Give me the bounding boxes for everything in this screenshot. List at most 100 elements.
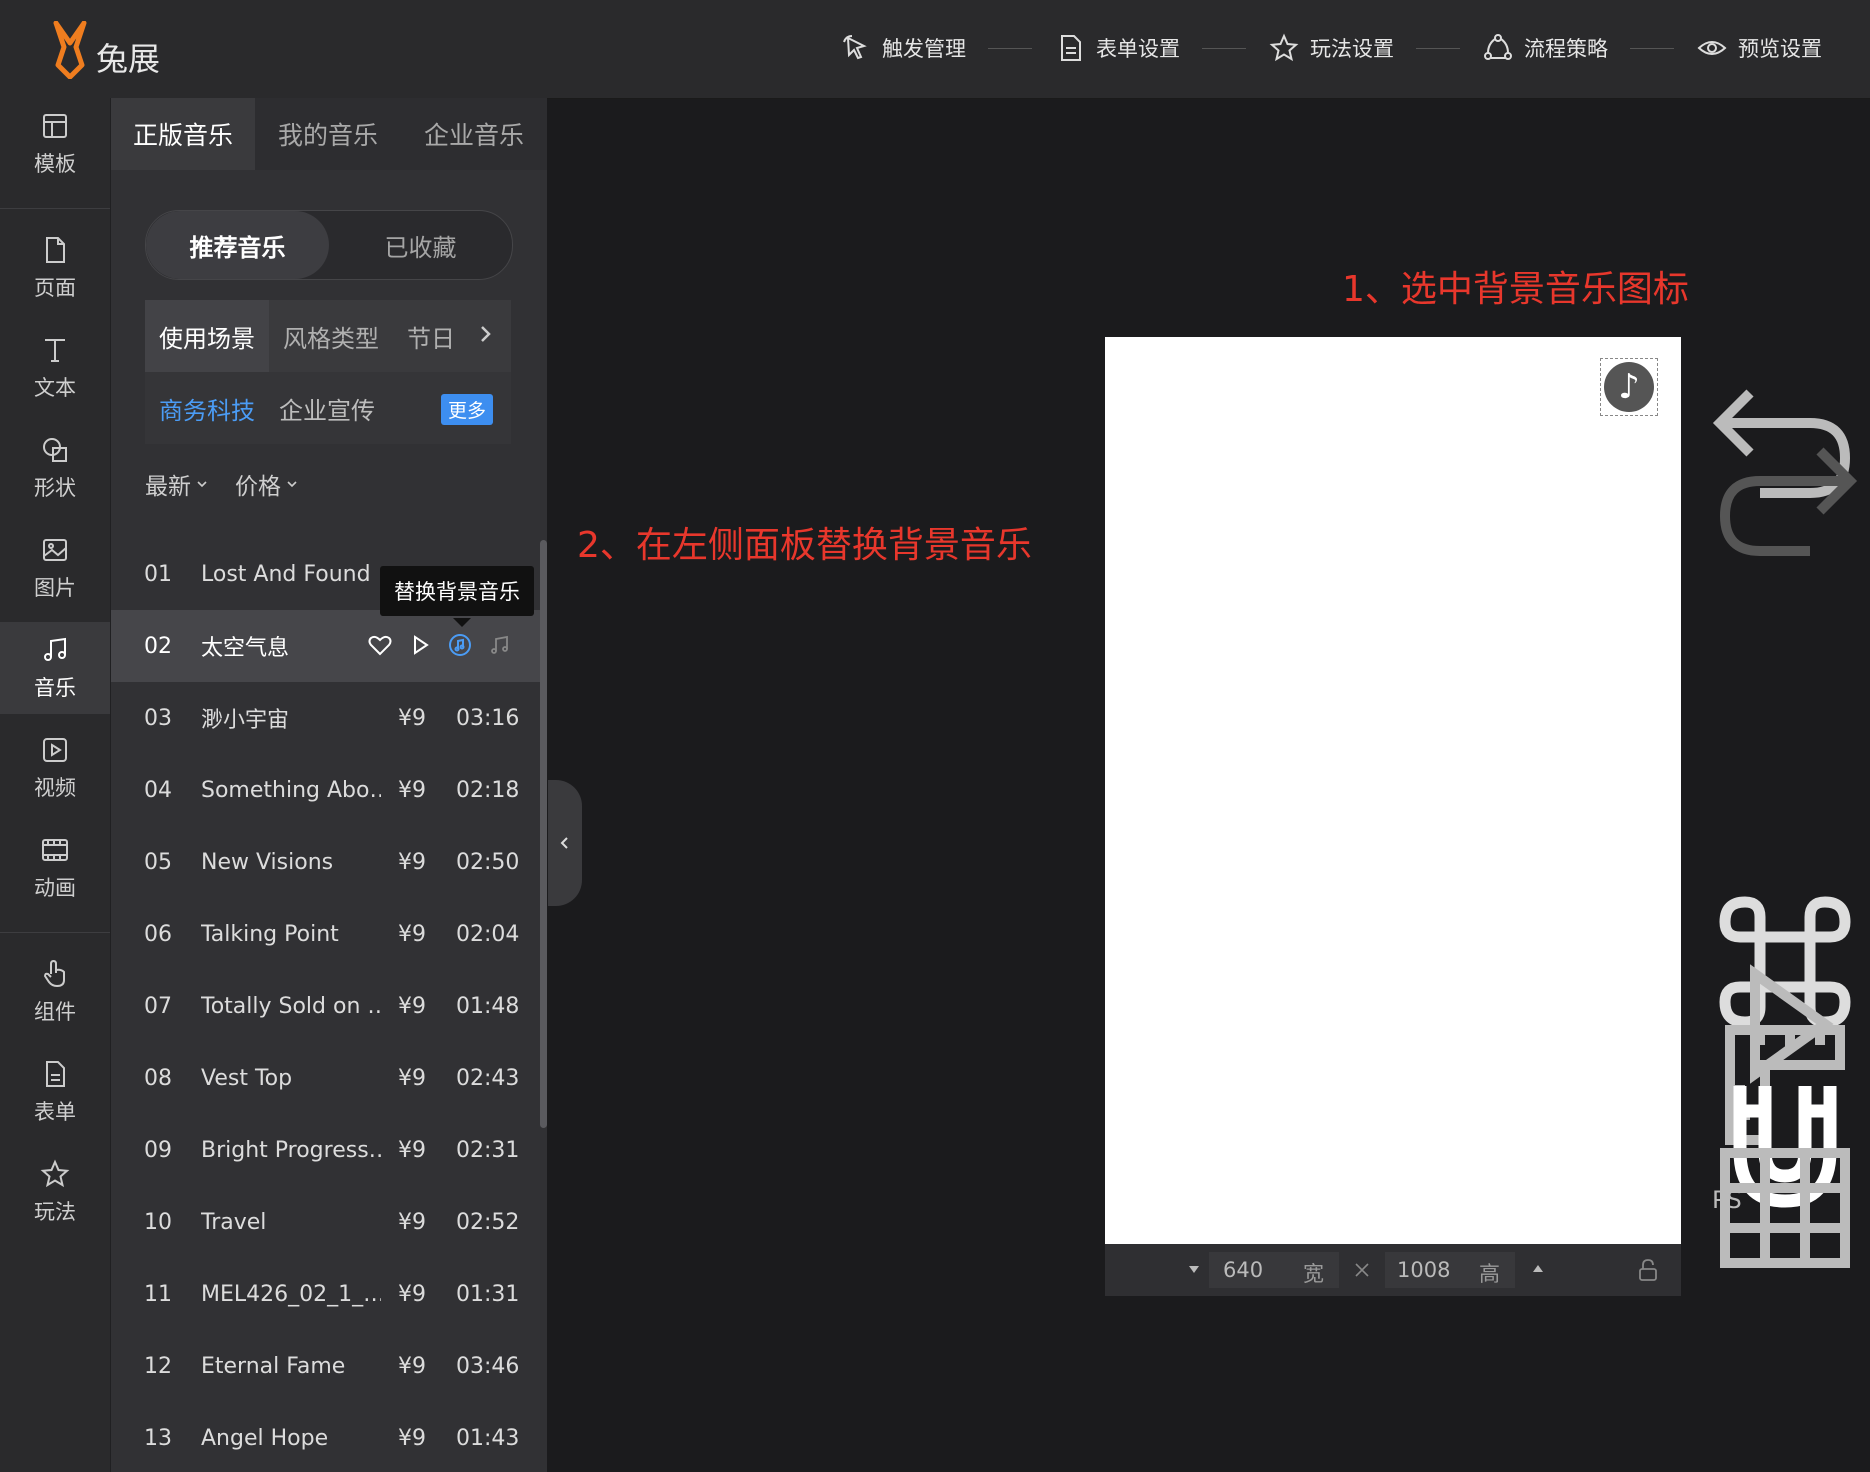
page-icon: [46, 237, 65, 263]
category-filter: 使用场景 风格类型 节日 商务科技 企业宣传 更多: [145, 300, 511, 444]
editor-canvas[interactable]: [1105, 337, 1681, 1244]
track-duration: 02:43: [456, 1065, 520, 1091]
track-row[interactable]: 13 Angel Hope ¥9 01:43: [111, 1402, 547, 1472]
sidebar-item-music[interactable]: 音乐: [0, 622, 110, 714]
track-duration: 01:43: [456, 1425, 520, 1451]
width-value: 640: [1223, 1258, 1264, 1282]
category-scene[interactable]: 使用场景: [145, 300, 269, 372]
track-price: ¥9: [398, 777, 426, 803]
tab-licensed-music[interactable]: 正版音乐: [111, 98, 255, 170]
track-row[interactable]: 10 Travel ¥9 02:52: [111, 1186, 547, 1258]
left-sidebar: 模板 页面 文本 形状 图片 音乐 视频 动画 组件 表单 玩法: [0, 98, 111, 1472]
segment-recommended[interactable]: 推荐音乐: [146, 211, 329, 279]
sidebar-item-label: 玩法: [34, 1200, 76, 1224]
sidebar-item-text[interactable]: 文本: [0, 322, 110, 414]
triangle-up-icon[interactable]: [1531, 1261, 1545, 1275]
sidebar-item-label: 页面: [34, 276, 76, 300]
sort-price[interactable]: 价格: [235, 467, 299, 501]
track-row[interactable]: 07 Totally Sold on … ¥9 01:48: [111, 970, 547, 1042]
width-label: 宽: [1303, 1262, 1324, 1286]
track-row[interactable]: 09 Bright Progress… ¥9 02:31: [111, 1114, 547, 1186]
sidebar-item-template[interactable]: 模板: [0, 98, 110, 190]
sort-latest[interactable]: 最新: [145, 467, 209, 501]
subcategory-row: 商务科技 企业宣传 更多: [145, 372, 511, 444]
category-row: 使用场景 风格类型 节日: [145, 300, 511, 372]
eye-icon: [1697, 41, 1727, 55]
sidebar-item-gameplay[interactable]: 玩法: [0, 1146, 110, 1238]
track-row[interactable]: 04 Something Abo… ¥9 02:18: [111, 754, 547, 826]
sidebar-item-component[interactable]: 组件: [0, 946, 110, 1038]
tab-enterprise-music[interactable]: 企业音乐: [401, 98, 547, 170]
segment-favorites[interactable]: 已收藏: [329, 211, 512, 279]
subcategory-business-tech[interactable]: 商务科技: [159, 391, 255, 426]
triangle-down-icon[interactable]: [1187, 1263, 1201, 1277]
collapse-panel-button[interactable]: [548, 780, 582, 906]
replace-music-icon[interactable]: [447, 632, 473, 658]
heart-icon[interactable]: [367, 632, 393, 658]
track-row[interactable]: 03 渺小宇宙 ¥9 03:16: [111, 682, 547, 754]
sidebar-item-label: 图片: [34, 576, 76, 600]
replace-music-tooltip: 替换背景音乐: [380, 566, 534, 616]
step-trigger[interactable]: 触发管理: [840, 32, 966, 64]
track-row[interactable]: 08 Vest Top ¥9 02:43: [111, 1042, 547, 1114]
track-number: 03: [144, 705, 172, 731]
track-number: 07: [144, 993, 172, 1019]
track-price: ¥9: [398, 705, 426, 731]
step-flow[interactable]: 流程策略: [1482, 32, 1608, 64]
logo[interactable]: 兔展: [48, 20, 160, 80]
step-form[interactable]: 表单设置: [1054, 32, 1180, 64]
step-label: 流程策略: [1524, 37, 1608, 61]
sidebar-item-form[interactable]: 表单: [0, 1046, 110, 1138]
track-number: 05: [144, 849, 172, 875]
panel-scrollbar[interactable]: [540, 540, 547, 1128]
track-duration: 02:50: [456, 849, 520, 875]
chevron-right-icon[interactable]: [473, 322, 497, 346]
step-divider: [1202, 47, 1246, 49]
subcategory-corporate[interactable]: 企业宣传: [279, 391, 375, 426]
track-name: 渺小宇宙: [201, 708, 290, 733]
step-label: 预览设置: [1738, 37, 1822, 61]
document-icon: [1061, 35, 1081, 61]
track-row[interactable]: 11 MEL426_02_1_… ¥9 01:31: [111, 1258, 547, 1330]
track-duration: 02:31: [456, 1137, 520, 1163]
track-row[interactable]: 02 太空气息: [111, 610, 547, 682]
track-row[interactable]: 06 Talking Point ¥9 02:04: [111, 898, 547, 970]
lock-icon[interactable]: [1635, 1257, 1661, 1283]
background-music-badge[interactable]: ♪: [1600, 358, 1658, 416]
track-price: ¥9: [398, 849, 426, 875]
track-price: ¥9: [398, 921, 426, 947]
sidebar-item-shape[interactable]: 形状: [0, 422, 110, 514]
sidebar-item-image[interactable]: 图片: [0, 522, 110, 614]
tab-my-music[interactable]: 我的音乐: [255, 98, 401, 170]
track-number: 09: [144, 1137, 172, 1163]
step-gameplay[interactable]: 玩法设置: [1268, 32, 1394, 64]
ps-button[interactable]: PS: [1712, 1186, 1742, 1214]
sidebar-item-label: 文本: [34, 376, 76, 400]
track-number: 12: [144, 1353, 172, 1379]
track-row[interactable]: 12 Eternal Fame ¥9 03:46: [111, 1330, 547, 1402]
image-icon: [43, 539, 67, 561]
redo-icon[interactable]: [1700, 416, 1870, 586]
track-name: Talking Point: [201, 921, 339, 947]
category-festival[interactable]: 节日: [393, 300, 459, 372]
sidebar-item-video[interactable]: 视频: [0, 722, 110, 814]
sidebar-item-label: 组件: [34, 1000, 76, 1024]
flow-icon: [1484, 34, 1512, 60]
canvas-size-bar: 640 宽 1008 高: [1105, 1244, 1681, 1296]
panel-tabs: 正版音乐 我的音乐 企业音乐: [111, 98, 547, 170]
category-style[interactable]: 风格类型: [269, 300, 393, 372]
form-icon: [46, 1061, 65, 1087]
logo-text: 兔展: [96, 40, 161, 78]
step-preview[interactable]: 预览设置: [1696, 32, 1822, 64]
track-name: Something Abo…: [201, 777, 381, 803]
sidebar-item-label: 表单: [34, 1100, 76, 1124]
chevron-down-icon: [197, 481, 207, 488]
track-duration: 02:04: [456, 921, 520, 947]
track-row[interactable]: 05 New Visions ¥9 02:50: [111, 826, 547, 898]
sidebar-item-animation[interactable]: 动画: [0, 822, 110, 914]
music-note-icon[interactable]: [487, 632, 513, 658]
sidebar-item-page[interactable]: 页面: [0, 222, 110, 314]
play-icon[interactable]: [407, 632, 433, 658]
more-button[interactable]: 更多: [440, 394, 493, 425]
sort-label: 价格: [235, 474, 281, 500]
